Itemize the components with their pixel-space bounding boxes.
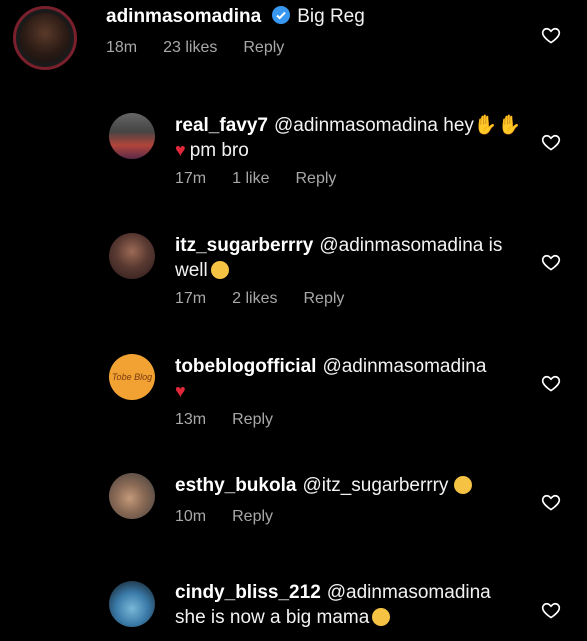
mention-link[interactable]: @adinmasomadina: [274, 115, 438, 136]
avatar[interactable]: [109, 581, 155, 627]
mention-link[interactable]: @adinmasomadina: [319, 235, 483, 256]
avatar[interactable]: [109, 113, 155, 159]
comment-body: Big Reg: [297, 6, 365, 27]
reply-comment: esthy_bukola @itz_sugarberrry 10m Reply: [0, 468, 587, 548]
verified-badge-icon: [272, 6, 291, 24]
reply-button[interactable]: Reply: [243, 39, 284, 57]
reply-comment: Tobe Blog tobeblogofficial @adinmasomadin…: [0, 346, 587, 446]
reply-comment: itz_sugarberrry @adinmasomadina is well 17…: [0, 225, 587, 325]
reply-button[interactable]: Reply: [232, 411, 273, 429]
like-heart-icon[interactable]: [541, 373, 561, 393]
username[interactable]: adinmasomadina: [106, 6, 261, 27]
avatar[interactable]: [109, 233, 155, 279]
avatar-image: [109, 113, 155, 159]
comment-body-2: pm bro: [189, 140, 249, 161]
comment-text: itz_sugarberrry @adinmasomadina is well: [175, 233, 535, 283]
like-heart-icon[interactable]: [541, 132, 561, 152]
comment-meta: 18m 23 likes Reply: [106, 39, 310, 57]
comment-text: adinmasomadina Big Reg: [106, 4, 365, 29]
likes-count[interactable]: 2 likes: [232, 290, 277, 308]
pleading-face-emoji: [210, 261, 229, 279]
comment-meta: 17m 2 likes Reply: [175, 290, 370, 308]
reply-comment: cindy_bliss_212 @adinmasomadina she is now…: [0, 578, 587, 641]
comment-text: esthy_bukola @itz_sugarberrry: [175, 473, 535, 498]
comment-meta: 10m Reply: [175, 508, 299, 526]
mention-link[interactable]: @adinmasomadina: [327, 582, 491, 603]
avatar-image: [20, 13, 70, 63]
likes-count[interactable]: 1 like: [232, 170, 269, 188]
reply-button[interactable]: Reply: [295, 170, 336, 188]
avatar-logo-text: Tobe Blog: [111, 372, 153, 382]
heart-eyes-emoji: [372, 608, 391, 626]
comment-body: she is now a big mama: [175, 607, 370, 628]
like-heart-icon[interactable]: [541, 25, 561, 45]
red-heart-emoji: ♥: [175, 140, 186, 160]
timestamp: 13m: [175, 411, 207, 428]
avatar[interactable]: [13, 6, 77, 70]
comment-text: real_favy7 @adinmasomadina hey✋✋ ♥ pm bro: [175, 113, 535, 163]
timestamp: 18m: [106, 39, 138, 56]
avatar[interactable]: [109, 473, 155, 519]
reply-button[interactable]: Reply: [232, 508, 273, 526]
timestamp: 17m: [175, 290, 207, 307]
comment-text: cindy_bliss_212 @adinmasomadina she is now…: [175, 580, 535, 630]
comment-body: is: [488, 235, 503, 256]
avatar-image: [109, 233, 155, 279]
like-heart-icon[interactable]: [541, 492, 561, 512]
like-heart-icon[interactable]: [541, 252, 561, 272]
comment-text: tobeblogofficial @adinmasomadina ♥: [175, 354, 535, 404]
comment-meta: 13m Reply: [175, 411, 299, 429]
comment-meta: 17m 1 like Reply: [175, 170, 362, 188]
avatar[interactable]: Tobe Blog: [109, 354, 155, 400]
username[interactable]: tobeblogofficial: [175, 356, 316, 377]
mention-link[interactable]: @itz_sugarberrry: [302, 475, 448, 496]
username[interactable]: real_favy7: [175, 115, 268, 136]
raised-hands-emoji: ✋✋: [473, 115, 522, 136]
laughing-tears-emoji: [454, 476, 473, 494]
timestamp: 10m: [175, 508, 207, 525]
likes-count[interactable]: 23 likes: [163, 39, 217, 57]
username[interactable]: esthy_bukola: [175, 475, 296, 496]
comment-body: hey: [443, 115, 474, 136]
mention-link[interactable]: @adinmasomadina: [322, 356, 486, 377]
comment-body-2: well: [175, 260, 208, 281]
username[interactable]: cindy_bliss_212: [175, 582, 321, 603]
timestamp: 17m: [175, 170, 207, 187]
main-comment: adinmasomadina Big Reg 18m 23 likes Reply: [0, 0, 587, 90]
reply-comment: real_favy7 @adinmasomadina hey✋✋ ♥ pm bro 1…: [0, 105, 587, 205]
reply-button[interactable]: Reply: [303, 290, 344, 308]
like-heart-icon[interactable]: [541, 600, 561, 620]
avatar-image: [109, 473, 155, 519]
avatar-image: [109, 581, 155, 627]
username[interactable]: itz_sugarberrry: [175, 235, 313, 256]
red-heart-emoji: ♥: [175, 381, 186, 401]
